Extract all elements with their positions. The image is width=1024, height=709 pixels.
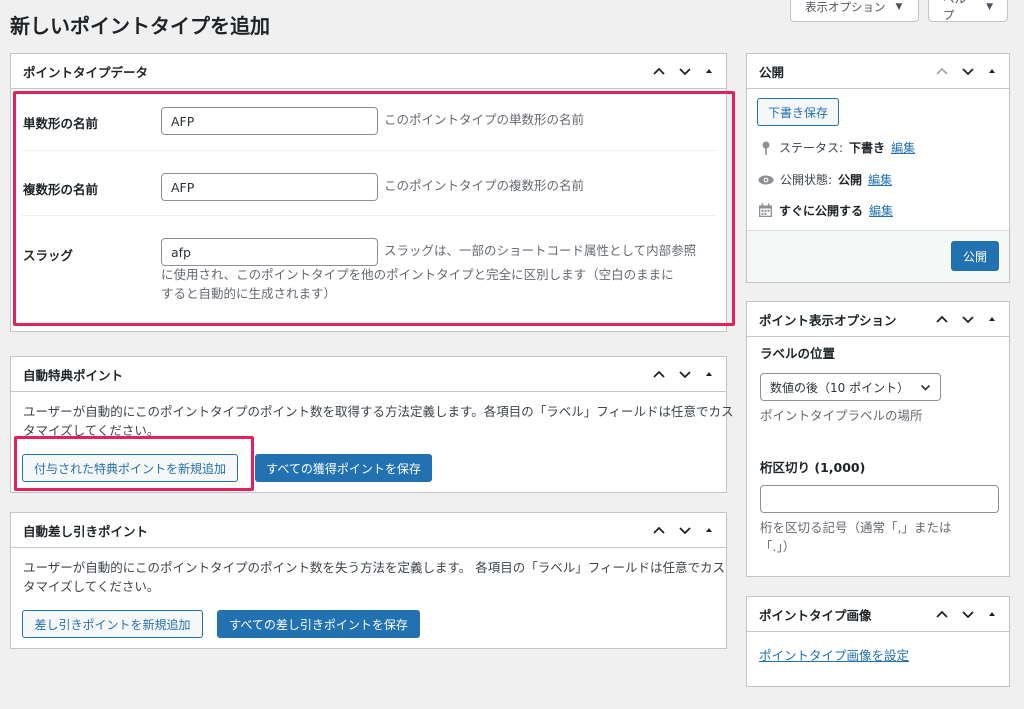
label-position-select[interactable]: 数値の後（10 ポイント） (760, 373, 941, 401)
edit-status-link[interactable]: 編集 (891, 139, 915, 156)
box-handles (652, 367, 714, 381)
box-title: 自動特典ポイント (23, 367, 124, 383)
visibility-label: 公開状態: (780, 173, 833, 187)
chevron-down-icon[interactable] (678, 523, 692, 537)
caret-down-icon: ▼ (895, 2, 903, 12)
label-position-value: 数値の後（10 ポイント） (770, 380, 910, 395)
thousands-desc-line2: 「.」） (760, 539, 796, 554)
toggle-panel-icon[interactable] (704, 66, 714, 76)
chevron-down-icon[interactable] (961, 607, 975, 621)
caret-down-icon: ▼ (986, 2, 993, 12)
box-title: ポイント表示オプション (759, 312, 897, 328)
box-header: ポイントタイプ画像 (747, 597, 1009, 632)
visibility-line: 公開状態: 公開 編集 (758, 171, 892, 188)
chevron-up-icon[interactable] (652, 523, 666, 537)
add-deduction-button[interactable]: 差し引きポイントを新規追加 (22, 610, 203, 638)
toggle-panel-icon[interactable] (704, 525, 714, 535)
set-image-link[interactable]: ポイントタイプ画像を設定 (759, 645, 909, 664)
chevron-down-icon[interactable] (961, 312, 975, 326)
thousands-separator-input[interactable] (760, 485, 999, 513)
eye-icon (758, 175, 774, 184)
box-title: 自動差し引きポイント (23, 523, 149, 539)
box-handles (935, 607, 997, 621)
visibility-value: 公開 (838, 173, 863, 187)
point-type-image-box: ポイントタイプ画像 (746, 596, 1010, 687)
chevron-down-icon[interactable] (678, 367, 692, 381)
help-label: ヘルプ (943, 0, 966, 22)
box-handles (935, 312, 997, 326)
label-position-desc: ポイントタイプラベルの場所 (760, 408, 923, 423)
save-draft-button[interactable]: 下書き保存 (757, 98, 839, 126)
box-header: 自動特典ポイント (11, 357, 726, 392)
box-handles (652, 523, 714, 537)
save-deductions-button[interactable]: すべての差し引きポイントを保存 (217, 610, 420, 638)
screen-options-label: 表示オプション (805, 0, 886, 14)
screen-options-button[interactable]: 表示オプション ▼ (790, 0, 919, 22)
calendar-icon (759, 203, 772, 217)
auto-award-desc-line1: ユーザーが自動的にこのポイントタイプのポイント数を取得する方法定義します。各項目… (23, 404, 734, 419)
highlight-frame (14, 436, 254, 491)
chevron-down-icon (920, 384, 931, 391)
chevron-up-icon[interactable] (652, 64, 666, 78)
toggle-panel-icon[interactable] (987, 314, 997, 324)
toggle-panel-icon[interactable] (987, 609, 997, 619)
box-handles (935, 64, 997, 78)
schedule-line: すぐに公開する 編集 (758, 202, 893, 219)
page-title: 新しいポイントタイプを追加 (10, 14, 270, 38)
thousands-desc-line1: 桁を区切る記号（通常「,」または (760, 520, 952, 535)
box-header: 公開 (747, 54, 1009, 89)
toggle-panel-icon[interactable] (704, 369, 714, 379)
chevron-up-icon[interactable] (935, 607, 949, 621)
edit-schedule-link[interactable]: 編集 (869, 202, 893, 219)
save-awards-button[interactable]: すべての獲得ポイントを保存 (255, 454, 432, 482)
chevron-up-icon[interactable] (935, 64, 949, 78)
box-title: ポイントタイプ画像 (759, 607, 872, 623)
box-title: 公開 (759, 64, 785, 80)
status-line: ステータス: 下書き 編集 (759, 139, 915, 156)
auto-deduct-desc-line1: ユーザーが自動的にこのポイントタイプのポイント数を失う方法を定義します。 各項目… (23, 560, 725, 575)
chevron-up-icon[interactable] (935, 312, 949, 326)
chevron-down-icon[interactable] (678, 64, 692, 78)
status-value: 下書き (849, 141, 886, 155)
toggle-panel-icon[interactable] (987, 66, 997, 76)
label-position-title: ラベルの位置 (760, 346, 836, 361)
status-label: ステータス: (779, 141, 844, 155)
thousands-separator-title: 桁区切り (1,000) (760, 460, 866, 475)
box-header: ポイントタイプデータ (11, 54, 726, 89)
schedule-text: すぐに公開する (779, 204, 864, 218)
chevron-down-icon[interactable] (961, 64, 975, 78)
edit-visibility-link[interactable]: 編集 (868, 171, 892, 188)
highlight-frame (13, 91, 735, 326)
help-button[interactable]: ヘルプ ▼ (928, 0, 1008, 22)
box-header: ポイント表示オプション (747, 302, 1009, 337)
pin-icon (762, 141, 770, 155)
chevron-up-icon[interactable] (652, 367, 666, 381)
box-title: ポイントタイプデータ (23, 64, 149, 80)
box-header: 自動差し引きポイント (11, 513, 726, 548)
box-handles (652, 64, 714, 78)
auto-deduct-desc-line2: タマイズしてください。 (23, 579, 160, 594)
publish-button[interactable]: 公開 (951, 241, 999, 271)
